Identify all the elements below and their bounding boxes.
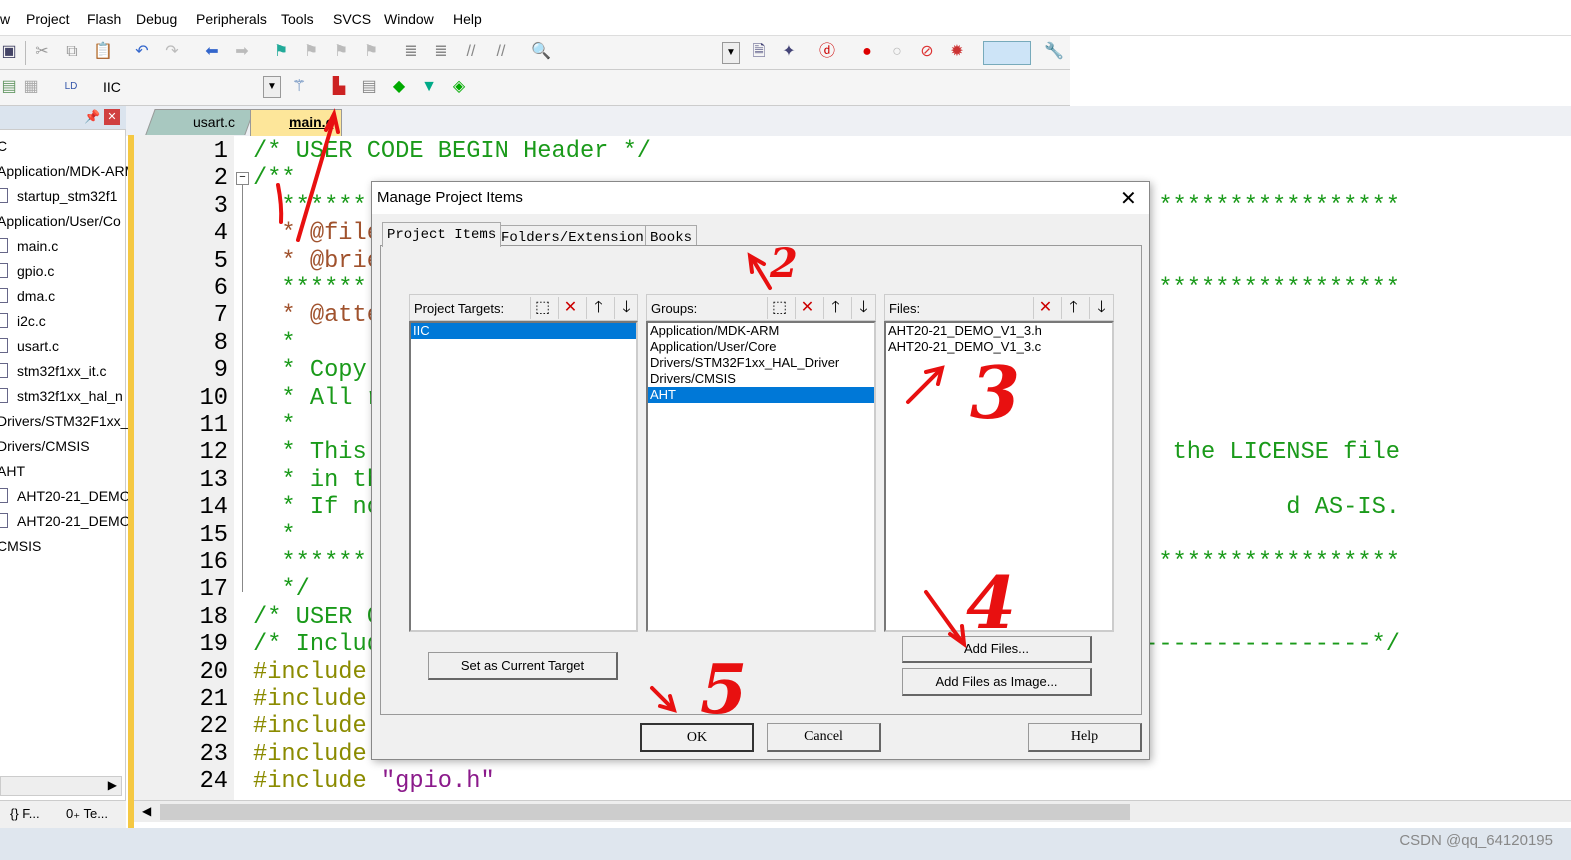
annotation-arrows: [276, 108, 967, 713]
annotation-4: 4: [966, 560, 1017, 645]
mark-1: [276, 183, 284, 224]
tab-project-items[interactable]: Project Items: [382, 222, 502, 247]
arrow-4: [924, 590, 964, 644]
arrow-3: [906, 368, 942, 404]
annotation-2: 2: [770, 240, 798, 287]
annotation-5: 5: [700, 650, 748, 730]
annotation-3: 3: [970, 350, 1021, 435]
arrow-1: [296, 116, 336, 242]
